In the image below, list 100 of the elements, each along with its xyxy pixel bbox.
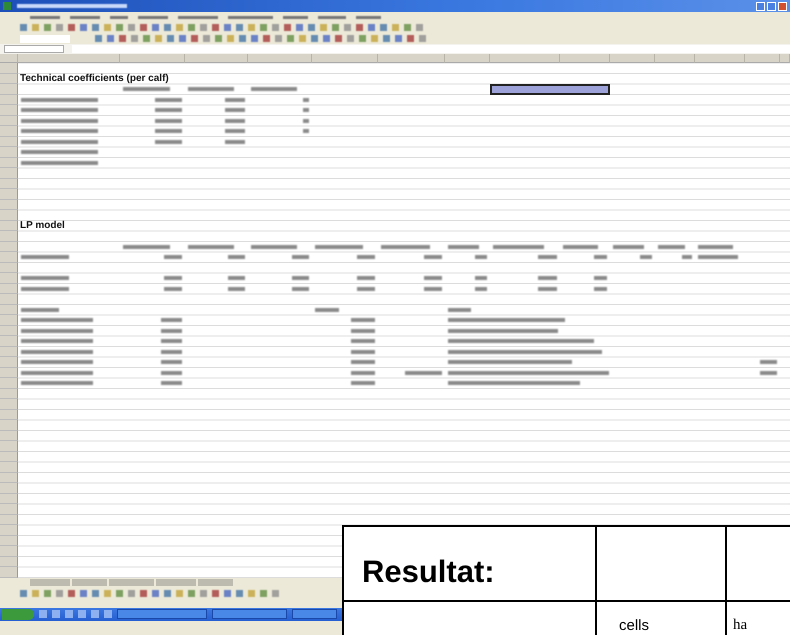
blurred-text [21,350,93,354]
row-header[interactable] [0,514,18,525]
column-header[interactable] [780,54,790,63]
blurred-text [161,318,182,322]
close-button[interactable] [778,2,787,10]
blurred-text [760,360,777,364]
row-header[interactable] [0,430,18,441]
row-header[interactable] [0,567,18,578]
row-header[interactable] [0,105,18,116]
row-header[interactable] [0,472,18,483]
taskbar-button[interactable] [117,609,207,619]
column-header[interactable] [18,54,120,63]
select-all-corner[interactable] [0,54,18,63]
row-header[interactable] [0,210,18,220]
row-header[interactable] [0,200,18,210]
blurred-text [292,255,309,260]
blurred-text [21,286,69,291]
app-icon[interactable] [3,2,11,10]
blurred-text [225,108,245,112]
row-header[interactable] [0,63,18,74]
row-header[interactable] [0,168,18,178]
row-header[interactable] [0,294,18,304]
blurred-text [424,255,442,260]
formula-field[interactable] [72,45,790,53]
blurred-text [251,87,298,92]
start-button[interactable] [2,608,34,620]
blurred-text [155,98,182,102]
row-header[interactable] [0,315,18,326]
row-header[interactable] [0,536,18,546]
column-header[interactable] [120,54,185,63]
row-header[interactable] [0,420,18,430]
row-header[interactable] [0,136,18,147]
column-header[interactable] [445,54,490,63]
blurred-text [640,255,652,260]
row-header[interactable] [0,346,18,357]
blurred-text [424,286,442,291]
column-header[interactable] [655,54,695,63]
row-header[interactable] [0,116,18,126]
blurred-text [563,244,598,249]
blurred-text [161,370,182,375]
column-header[interactable] [490,54,560,63]
row-header[interactable] [0,189,18,200]
row-header[interactable] [0,483,18,494]
column-header[interactable] [312,54,378,63]
blurred-text [292,276,309,280]
row-header[interactable] [0,231,18,242]
column-header[interactable] [185,54,248,63]
column-header[interactable] [378,54,445,63]
row-header[interactable] [0,262,18,273]
blurred-text [21,255,69,260]
maximize-button[interactable] [767,2,776,10]
column-header[interactable] [610,54,655,63]
row-header[interactable] [0,126,18,136]
row-header[interactable] [0,74,18,84]
column-header[interactable] [248,54,312,63]
row-header[interactable] [0,304,18,315]
row-header[interactable] [0,462,18,472]
taskbar-button[interactable] [292,609,337,619]
row-header[interactable] [0,147,18,158]
blurred-text [698,244,734,249]
row-header[interactable] [0,399,18,410]
selected-cell-range[interactable] [490,84,610,94]
blurred-text [155,108,182,112]
column-header[interactable] [695,54,745,63]
name-box[interactable] [4,45,64,53]
blurred-text [228,276,245,280]
row-header[interactable] [0,336,18,346]
column-header[interactable] [745,54,780,63]
row-header[interactable] [0,546,18,556]
row-header[interactable] [0,94,18,105]
row-header[interactable] [0,525,18,536]
row-header[interactable] [0,452,18,462]
row-header[interactable] [0,388,18,399]
blurred-text [658,244,686,249]
column-header[interactable] [560,54,610,63]
row-header[interactable] [0,494,18,504]
row-header[interactable] [0,252,18,262]
row-header[interactable] [0,441,18,452]
minimize-button[interactable] [756,2,765,10]
row-header[interactable] [0,326,18,336]
row-header[interactable] [0,84,18,94]
row-header[interactable] [0,273,18,284]
font-field[interactable] [20,34,70,42]
row-header[interactable] [0,368,18,378]
row-header[interactable] [0,378,18,388]
blurred-text [351,328,375,333]
blurred-text [123,87,170,92]
row-header[interactable] [0,284,18,294]
sheet-tab[interactable] [156,579,196,586]
row-header[interactable] [0,556,18,567]
row-header[interactable] [0,410,18,420]
blurred-text [351,339,375,344]
taskbar-button[interactable] [212,609,287,619]
blurred-text [251,244,298,249]
row-header[interactable] [0,504,18,514]
row-header[interactable] [0,220,18,231]
row-header[interactable] [0,242,18,252]
row-header[interactable] [0,357,18,368]
row-header[interactable] [0,158,18,168]
row-header[interactable] [0,178,18,189]
